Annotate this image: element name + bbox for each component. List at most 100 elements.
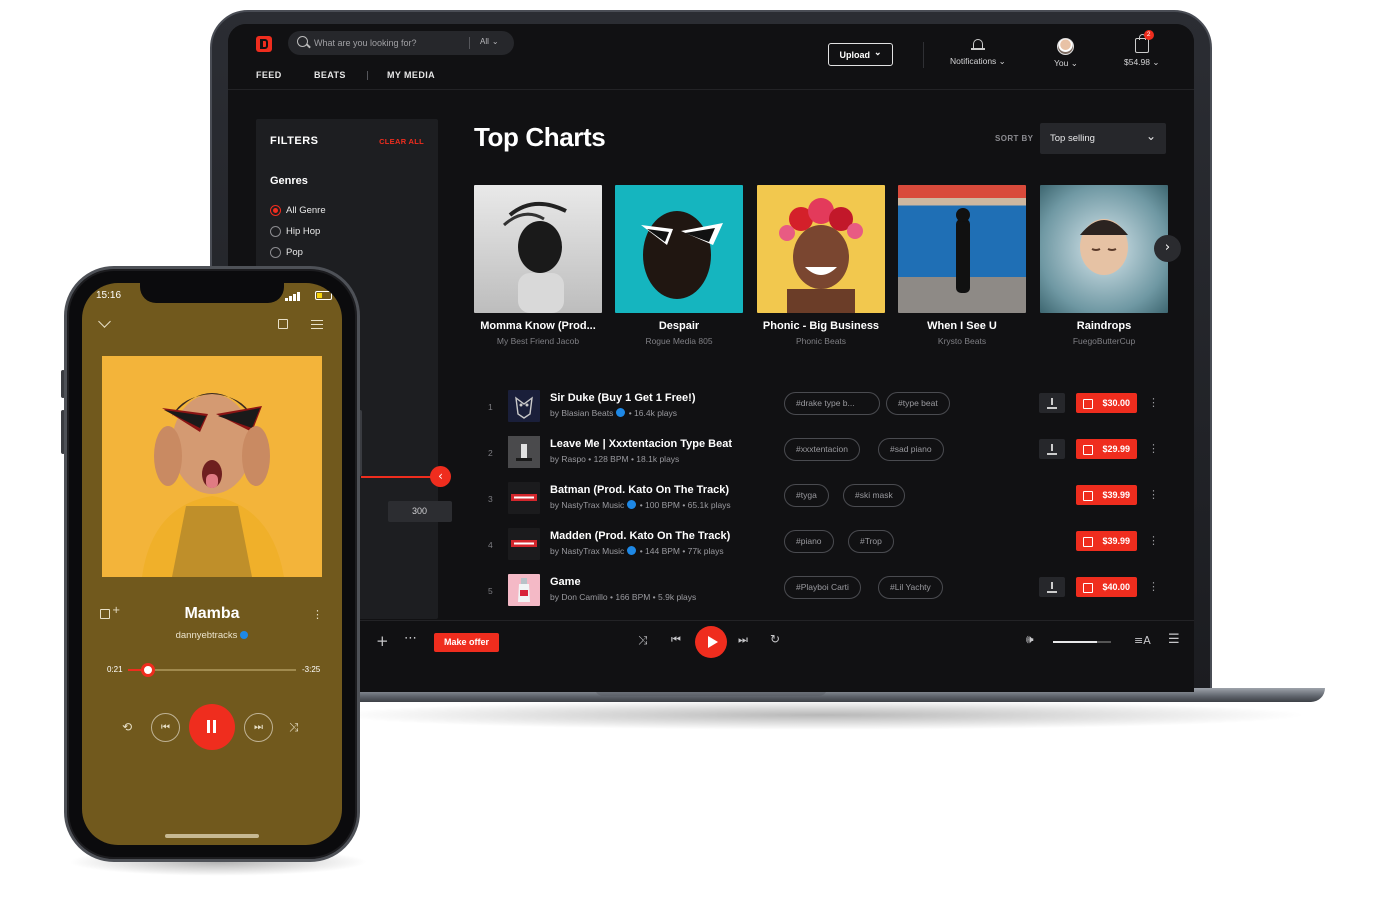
tag-chip[interactable]: #tyga (784, 484, 829, 507)
seek-bar[interactable] (128, 663, 296, 677)
profile-label: You (1054, 58, 1078, 68)
next-icon[interactable]: ⏭ (244, 713, 273, 742)
price-max-input[interactable]: 300 (388, 501, 452, 522)
cart-button[interactable]: 2 $54.98 (1124, 30, 1159, 68)
search-icon (297, 36, 308, 47)
previous-icon[interactable]: ⏮ (151, 713, 180, 742)
cart-total: $54.98 (1124, 57, 1159, 67)
volume-icon[interactable]: 🕪 (1026, 632, 1034, 647)
add-to-cart-button[interactable]: $40.00 (1076, 577, 1137, 597)
kebab-icon[interactable]: ⋮ (1148, 580, 1159, 594)
profile-button[interactable]: You (1054, 38, 1078, 69)
tag-chip[interactable]: #Lil Yachty (878, 576, 943, 599)
shuffle-icon[interactable]: ⤨ (289, 720, 299, 735)
table-row[interactable]: 1 Sir Duke (Buy 1 Get 1 Free!) by Blasia… (478, 390, 1178, 430)
more-icon[interactable]: ⋯ (404, 631, 417, 646)
queue-icon[interactable] (311, 320, 323, 329)
logo[interactable] (256, 36, 272, 52)
tag-chip[interactable]: #piano (784, 530, 834, 553)
nav-my-media[interactable]: MY MEDIA (387, 70, 435, 80)
add-to-cart-button[interactable]: $39.99 (1076, 531, 1137, 551)
shuffle-icon[interactable]: ⤨ (638, 633, 648, 648)
nav-beats[interactable]: BEATS (314, 70, 346, 80)
repeat-icon[interactable]: ⟲ (122, 720, 132, 734)
chart-card[interactable]: Phonic - Big Business Phonic Beats (757, 185, 885, 346)
track-producer[interactable]: by Raspo (550, 454, 586, 464)
search-input[interactable] (314, 35, 464, 51)
cover-art (474, 185, 602, 313)
genre-radio-all[interactable]: All Genre (270, 205, 326, 216)
track-producer[interactable]: by Blasian Beats (550, 408, 613, 418)
genre-radio-pop[interactable]: Pop (270, 247, 303, 258)
repeat-icon[interactable]: ↻ (770, 632, 780, 646)
table-row[interactable]: 4 Madden (Prod. Kato On The Track) by Na… (478, 528, 1178, 568)
kebab-icon[interactable]: ⋮ (1148, 488, 1159, 502)
track-rank: 2 (488, 448, 493, 458)
next-icon[interactable]: ⏭ (738, 633, 748, 647)
kebab-icon[interactable]: ⋮ (1148, 442, 1159, 456)
seek-handle[interactable] (141, 663, 156, 677)
tag-chip[interactable]: #type beat (886, 392, 950, 415)
add-to-cart-button[interactable]: $29.99 (1076, 439, 1137, 459)
now-playing-artist[interactable]: dannyebtracks (82, 630, 342, 641)
search-bar: All (288, 31, 514, 55)
download-icon[interactable] (1039, 393, 1065, 413)
tag-chip[interactable]: #Playboi Carti (784, 576, 861, 599)
table-row[interactable]: 2 Leave Me | Xxxtentacion Type Beat by R… (478, 436, 1178, 476)
play-icon[interactable] (695, 626, 727, 658)
track-title[interactable]: Game (550, 576, 581, 588)
filters-title: FILTERS (270, 135, 319, 147)
add-to-cart-button[interactable]: $30.00 (1076, 393, 1137, 413)
chart-card[interactable]: Despair Rogue Media 805 (615, 185, 743, 346)
nav-divider (367, 71, 368, 80)
tag-chip[interactable]: #Trop (848, 530, 894, 553)
track-title[interactable]: Sir Duke (Buy 1 Get 1 Free!) (550, 392, 696, 404)
track-title[interactable]: Madden (Prod. Kato On The Track) (550, 530, 730, 542)
download-icon[interactable] (1039, 439, 1065, 459)
price-range-handle[interactable]: ‹ (430, 466, 451, 487)
notifications-button[interactable]: Notifications (950, 38, 1006, 67)
track-title[interactable]: Leave Me | Xxxtentacion Type Beat (550, 438, 732, 450)
cover-art (757, 185, 885, 313)
pause-icon[interactable] (189, 704, 235, 750)
track-meta: by Don Camillo • 166 BPM • 5.9k plays (550, 592, 696, 602)
queue-icon[interactable]: ☰ (1168, 632, 1180, 647)
table-row[interactable]: 5 Game by Don Camillo • 166 BPM • 5.9k p… (478, 574, 1178, 614)
add-to-cart-button[interactable]: $39.99 (1076, 485, 1137, 505)
tag-chip[interactable]: #sad piano (878, 438, 944, 461)
track-producer[interactable]: by NastyTrax Music (550, 500, 624, 510)
signal-bar (285, 298, 288, 301)
upload-button[interactable]: Upload (828, 43, 893, 66)
tag-chip[interactable]: #ski mask (843, 484, 905, 507)
chart-card[interactable]: Momma Know (Prod... My Best Friend Jacob (474, 185, 602, 346)
chart-card[interactable]: Raindrops FuegoButterCup (1040, 185, 1168, 346)
clear-all-button[interactable]: CLEAR ALL (379, 137, 424, 146)
track-producer[interactable]: by Don Camillo (550, 592, 608, 602)
kebab-icon[interactable]: ⋮ (1148, 396, 1159, 410)
volume-slider[interactable] (1053, 641, 1111, 643)
chevron-right-icon[interactable]: › (1154, 235, 1181, 262)
tag-chip[interactable]: #xxxtentacion (784, 438, 860, 461)
table-row[interactable]: 3 Batman (Prod. Kato On The Track) by Na… (478, 482, 1178, 522)
tag-chip[interactable]: #drake type b... (784, 392, 880, 415)
chart-card[interactable]: When I See U Krysto Beats (898, 185, 1026, 346)
track-title[interactable]: Batman (Prod. Kato On The Track) (550, 484, 729, 496)
sort-select[interactable]: Top selling (1040, 123, 1166, 154)
player-bar: + ⋯ Make offer ⤨ ⏮ ⏭ ↻ 🕪 ≡A ☰ (228, 620, 1194, 664)
search-scope-dropdown[interactable]: All (480, 37, 499, 46)
cart-count-badge: 2 (1143, 30, 1154, 40)
chevron-down-icon[interactable] (98, 315, 111, 328)
make-offer-button[interactable]: Make offer (434, 633, 499, 652)
verified-icon (240, 631, 249, 639)
track-producer[interactable]: by NastyTrax Music (550, 546, 624, 556)
previous-icon[interactable]: ⏮ (671, 633, 681, 647)
download-icon[interactable] (1039, 577, 1065, 597)
kebab-icon[interactable]: ⋮ (1148, 534, 1159, 548)
home-indicator (165, 834, 259, 838)
genre-radio-hip-hop[interactable]: Hip Hop (270, 226, 320, 237)
lyrics-icon[interactable]: ≡A (1134, 634, 1151, 647)
plus-icon[interactable]: + (376, 632, 389, 650)
edit-icon[interactable] (278, 319, 288, 329)
nav-feed[interactable]: FEED (256, 70, 282, 80)
signal-bar (293, 294, 296, 301)
